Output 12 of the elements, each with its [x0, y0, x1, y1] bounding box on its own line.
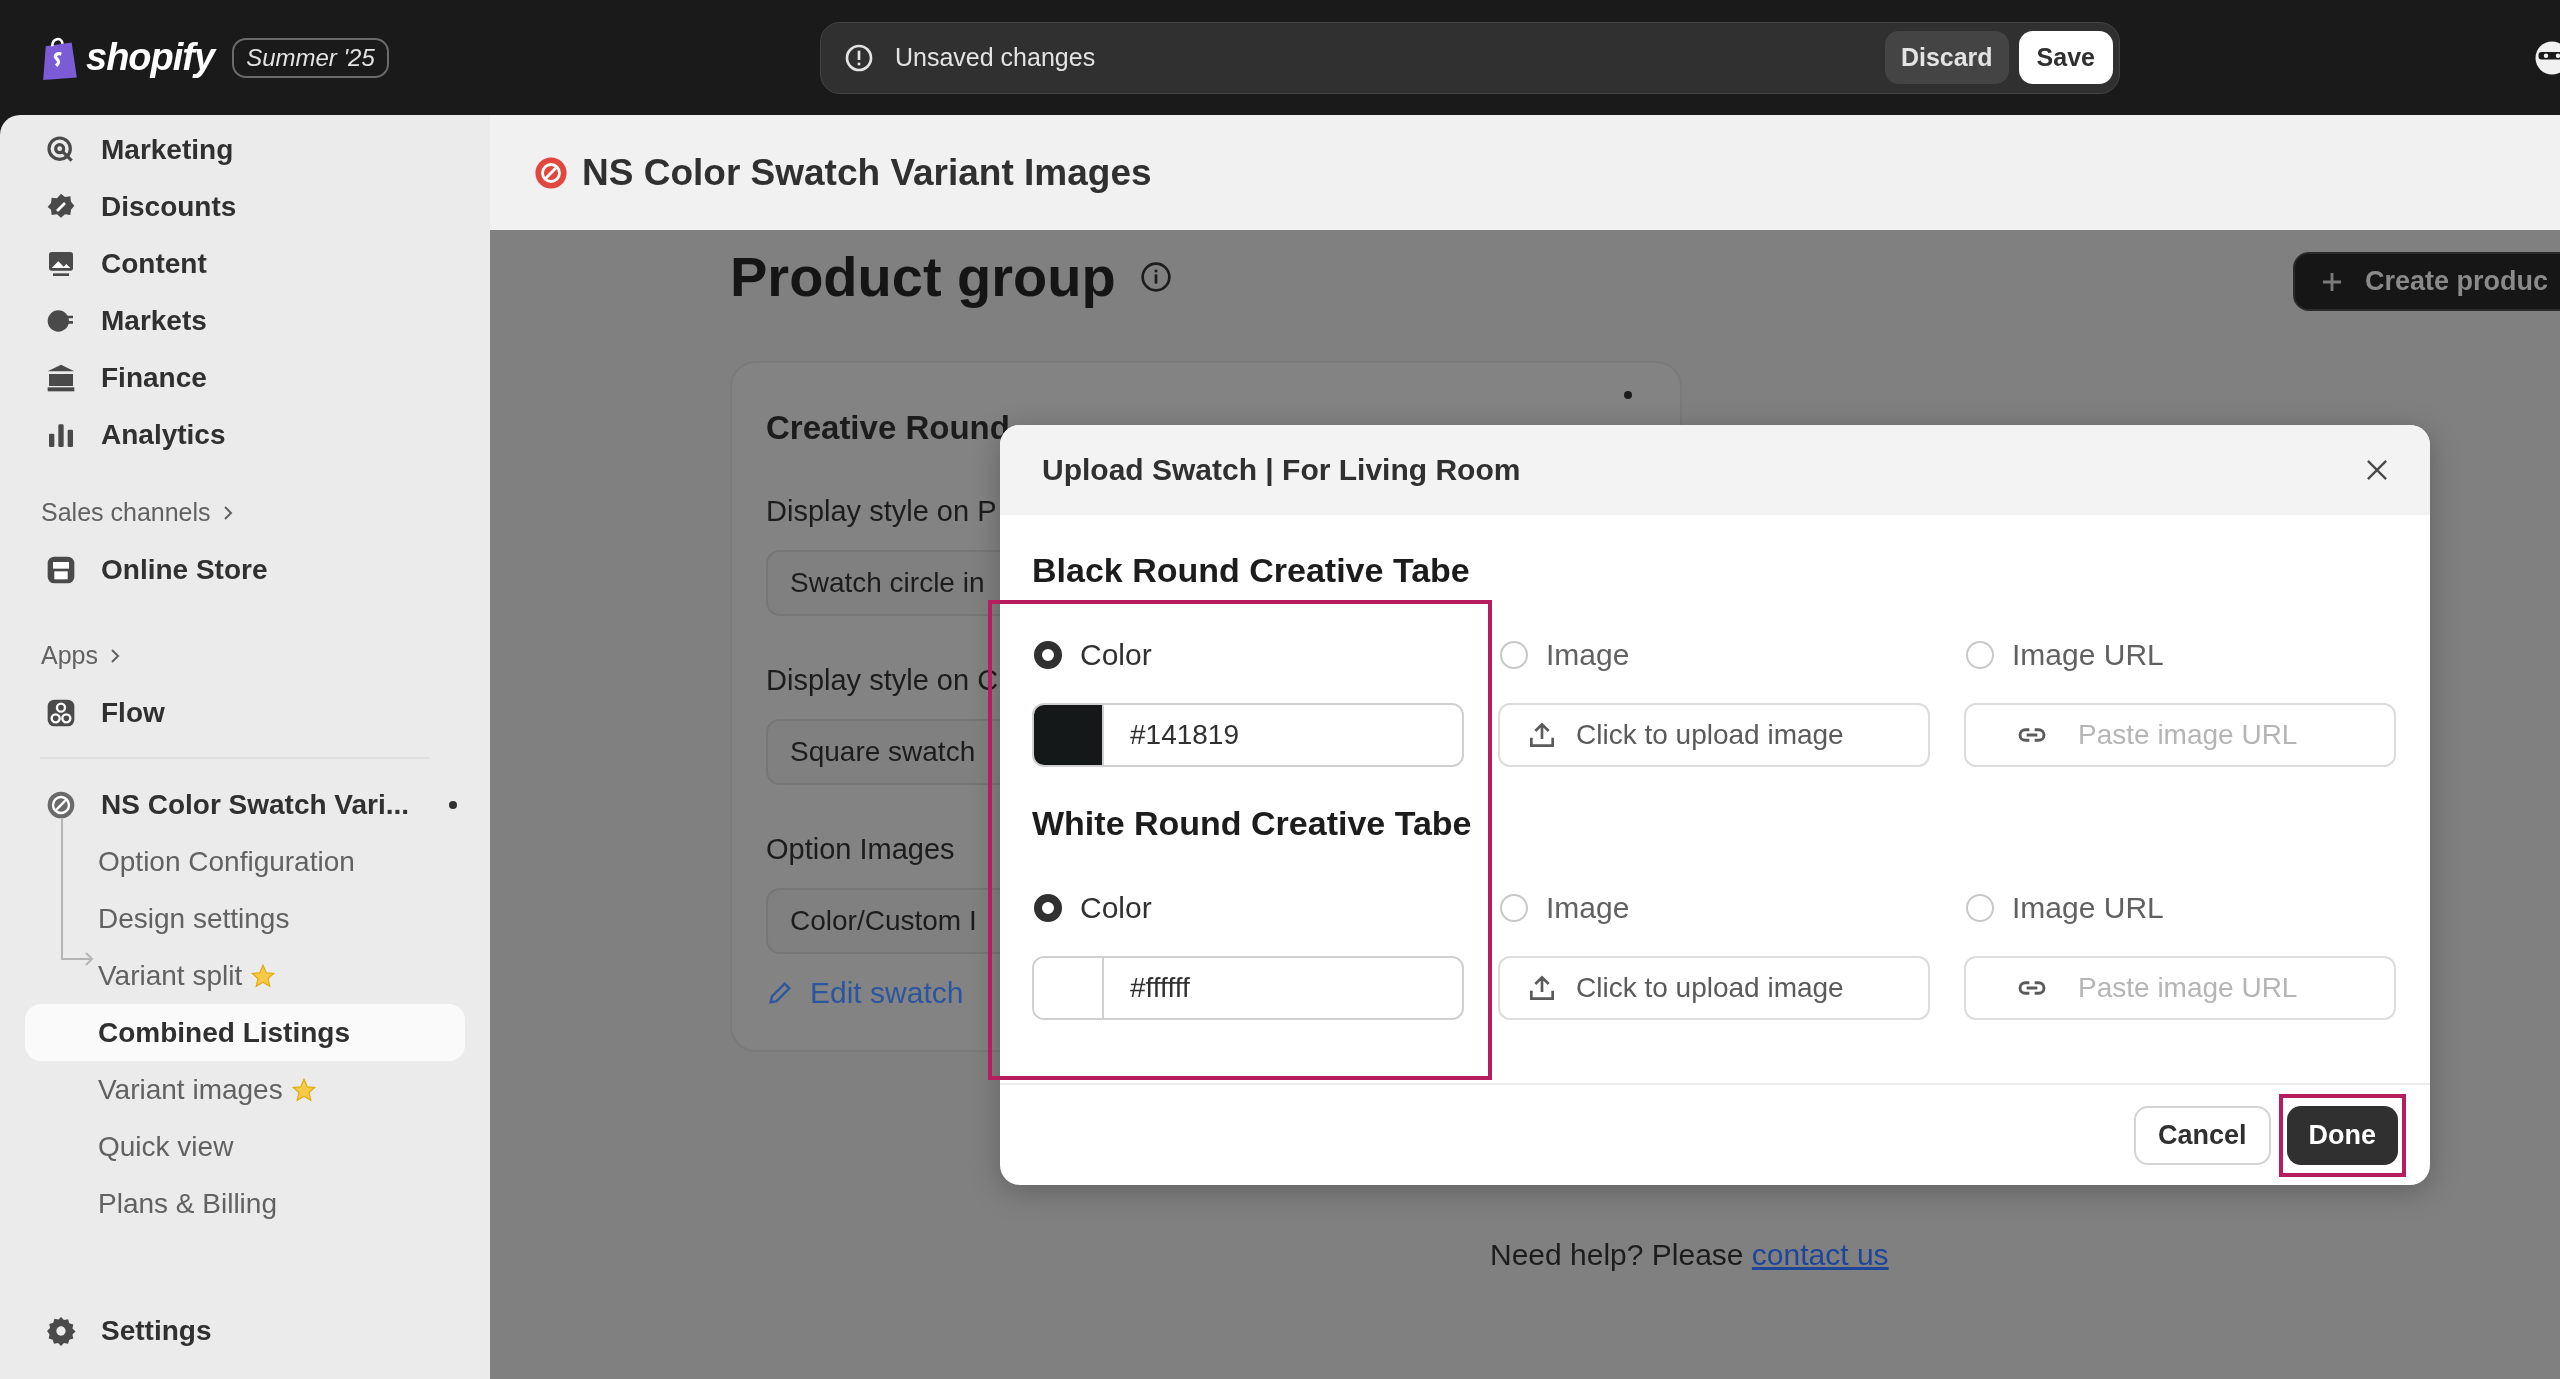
variant-title: Black Round Creative Tabe — [1032, 549, 1470, 591]
unsaved-message: Unsaved changes — [895, 43, 1096, 72]
help-text: Need help? Please contact us — [1490, 1238, 1889, 1272]
field-label: Option Images — [766, 833, 955, 866]
card-title: Creative Round — [766, 409, 1011, 447]
logo-text: shopify — [86, 36, 215, 79]
dialog-title: Upload Swatch | For Living Room — [1042, 453, 1522, 487]
field-label: Display style on P — [766, 495, 997, 528]
app-title: NS Color Swatch Variant Images — [582, 151, 1152, 194]
page-title: Product group — [730, 244, 1116, 309]
variant-title: White Round Creative Tabe — [1032, 802, 1472, 844]
version-badge: Summer '25 — [232, 37, 389, 78]
